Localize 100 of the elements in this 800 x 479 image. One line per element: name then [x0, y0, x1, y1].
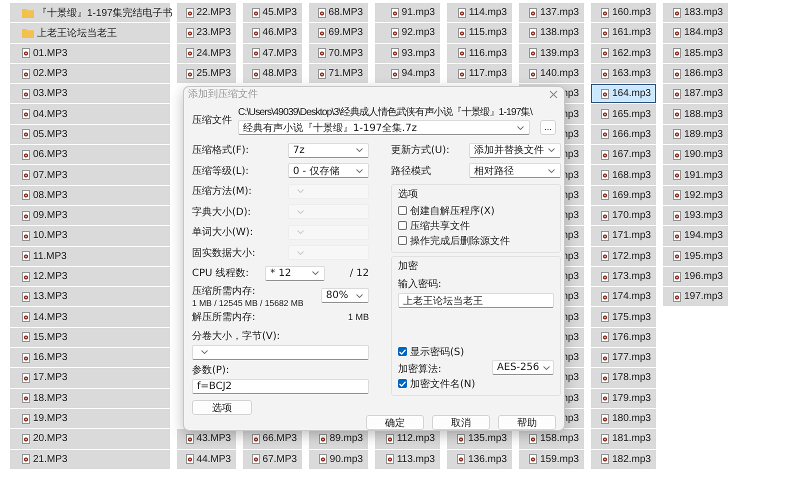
file-item[interactable]: 192.mp3	[663, 186, 728, 205]
browse-button[interactable]: ...	[540, 120, 556, 135]
checkbox-label[interactable]: 压缩共享文件	[410, 218, 470, 232]
folder-item[interactable]: 上老王论坛当老王	[10, 23, 170, 43]
checkbox-label[interactable]: 显示密码(S)	[410, 344, 464, 358]
file-item[interactable]: 11.MP3	[10, 246, 170, 266]
file-item[interactable]: 10.MP3	[10, 226, 170, 246]
file-item[interactable]: 70.MP3	[309, 44, 368, 63]
file-item[interactable]: 135.mp3	[447, 429, 512, 449]
checkbox[interactable]	[398, 379, 407, 388]
file-item[interactable]: 17.MP3	[10, 368, 170, 388]
file-item[interactable]: 163.mp3	[591, 64, 656, 84]
file-item[interactable]: 186.mp3	[663, 64, 728, 84]
file-item[interactable]: 179.mp3	[591, 388, 656, 408]
file-item[interactable]: 44.MP3	[177, 450, 236, 469]
file-item[interactable]: 170.mp3	[591, 206, 656, 226]
file-item[interactable]: 193.mp3	[663, 206, 728, 226]
file-item[interactable]: 195.mp3	[663, 246, 728, 266]
file-item[interactable]: 22.MP3	[177, 3, 236, 22]
file-item[interactable]: 16.MP3	[10, 348, 170, 368]
file-item[interactable]: 167.mp3	[591, 145, 656, 164]
file-item[interactable]: 190.mp3	[663, 145, 728, 164]
file-item[interactable]: 171.mp3	[591, 226, 656, 246]
file-item[interactable]: 03.MP3	[10, 84, 170, 104]
file-item[interactable]: 161.mp3	[591, 23, 656, 43]
checkbox[interactable]	[398, 347, 407, 356]
dropdown[interactable]: 7z	[288, 142, 369, 158]
file-item[interactable]: 113.mp3	[375, 450, 440, 469]
file-item[interactable]: 181.mp3	[591, 429, 656, 449]
file-item[interactable]: 12.MP3	[10, 266, 170, 286]
file-item[interactable]: 94.mp3	[375, 64, 440, 84]
file-item[interactable]: 24.MP3	[177, 44, 236, 63]
file-item[interactable]: 185.mp3	[663, 44, 728, 63]
file-item[interactable]: 05.MP3	[10, 124, 170, 144]
file-item[interactable]: 43.MP3	[177, 429, 236, 449]
file-item[interactable]: 196.mp3	[663, 266, 728, 286]
help-button[interactable]: 帮助	[498, 415, 556, 430]
file-item[interactable]: 14.MP3	[10, 307, 170, 327]
file-item[interactable]: 140.mp3	[519, 64, 584, 84]
dropdown[interactable]	[192, 344, 369, 360]
checkbox-label[interactable]: 加密文件名(N)	[410, 376, 476, 390]
file-item[interactable]: 184.mp3	[663, 23, 728, 43]
file-item[interactable]: 71.MP3	[309, 64, 368, 84]
password-field[interactable]: 上老王论坛当老王	[398, 293, 554, 308]
close-icon[interactable]	[549, 90, 558, 98]
cancel-button[interactable]: 取消	[432, 415, 490, 430]
file-item[interactable]: 180.mp3	[591, 408, 656, 428]
file-item[interactable]: 166.mp3	[591, 124, 656, 144]
dropdown[interactable]: 添加并替换文件	[469, 142, 561, 158]
dropdown[interactable]: * 12	[265, 266, 326, 281]
file-item[interactable]: 194.mp3	[663, 226, 728, 246]
file-item[interactable]: 09.MP3	[10, 206, 170, 226]
file-item[interactable]: 48.MP3	[243, 64, 302, 84]
file-item[interactable]: 19.MP3	[10, 408, 170, 428]
file-item[interactable]: 136.mp3	[447, 450, 512, 469]
file-item[interactable]: 160.mp3	[591, 3, 656, 22]
dropdown[interactable]: 80%	[321, 288, 369, 303]
checkbox-label[interactable]: 操作完成后删除源文件	[410, 234, 510, 248]
file-item[interactable]: 04.MP3	[10, 104, 170, 124]
archive-name-dropdown[interactable]: 经典有声小说『十景缎』1-197全集.7z	[238, 120, 530, 135]
file-item[interactable]: 06.MP3	[10, 145, 170, 164]
file-item[interactable]: 68.MP3	[309, 3, 368, 22]
file-item[interactable]: 172.mp3	[591, 246, 656, 266]
file-item[interactable]: 137.mp3	[519, 3, 584, 22]
dropdown[interactable]: AES-256	[492, 360, 554, 375]
file-item[interactable]: 165.mp3	[591, 104, 656, 124]
checkbox-label[interactable]: 创建自解压程序(X)	[410, 204, 495, 218]
options-button[interactable]: 选项	[192, 400, 252, 415]
file-item[interactable]: 168.mp3	[591, 165, 656, 185]
file-item[interactable]: 169.mp3	[591, 186, 656, 205]
file-item[interactable]: 159.mp3	[519, 450, 584, 469]
file-item[interactable]: 158.mp3	[519, 429, 584, 449]
checkbox[interactable]	[398, 206, 407, 215]
file-item[interactable]: 139.mp3	[519, 44, 584, 63]
file-item[interactable]: 188.mp3	[663, 104, 728, 124]
file-item[interactable]: 178.mp3	[591, 368, 656, 388]
file-item[interactable]: 45.MP3	[243, 3, 302, 22]
file-item[interactable]: 15.MP3	[10, 328, 170, 348]
file-item[interactable]: 13.MP3	[10, 287, 170, 306]
file-item[interactable]: 174.mp3	[591, 287, 656, 306]
file-item[interactable]: 47.MP3	[243, 44, 302, 63]
file-item[interactable]: 191.mp3	[663, 165, 728, 185]
input-field[interactable]: f=BCJ2	[192, 378, 369, 394]
file-item[interactable]: 89.mp3	[309, 429, 368, 449]
file-item[interactable]: 07.MP3	[10, 165, 170, 185]
file-item[interactable]: 117.mp3	[447, 64, 512, 84]
dropdown[interactable]: 0 - 仅存储	[288, 163, 369, 178]
file-item[interactable]: 138.mp3	[519, 23, 584, 43]
checkbox[interactable]	[398, 236, 407, 245]
file-item[interactable]: 66.MP3	[243, 429, 302, 449]
file-item[interactable]: 25.MP3	[177, 64, 236, 84]
file-item[interactable]: 115.mp3	[447, 23, 512, 43]
file-item[interactable]: 183.mp3	[663, 3, 728, 22]
file-item[interactable]: 177.mp3	[591, 348, 656, 368]
file-item[interactable]: 197.mp3	[663, 287, 728, 306]
file-item[interactable]: 91.mp3	[375, 3, 440, 22]
ok-button[interactable]: 确定	[366, 415, 424, 430]
file-item[interactable]: 164.mp3	[591, 84, 656, 104]
file-item[interactable]: 23.MP3	[177, 23, 236, 43]
file-item[interactable]: 93.mp3	[375, 44, 440, 63]
